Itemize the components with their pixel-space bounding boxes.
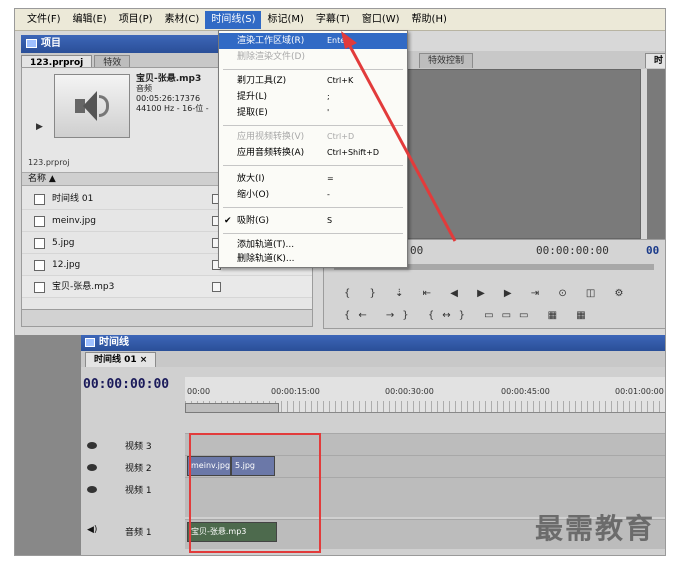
annotation-arrow xyxy=(341,31,457,242)
watermark: 最需教育 xyxy=(535,512,656,545)
premiere-window: 文件(F) 编辑(E) 项目(P) 素材(C) 时间线(S) 标记(M) 字幕(… xyxy=(14,8,666,556)
